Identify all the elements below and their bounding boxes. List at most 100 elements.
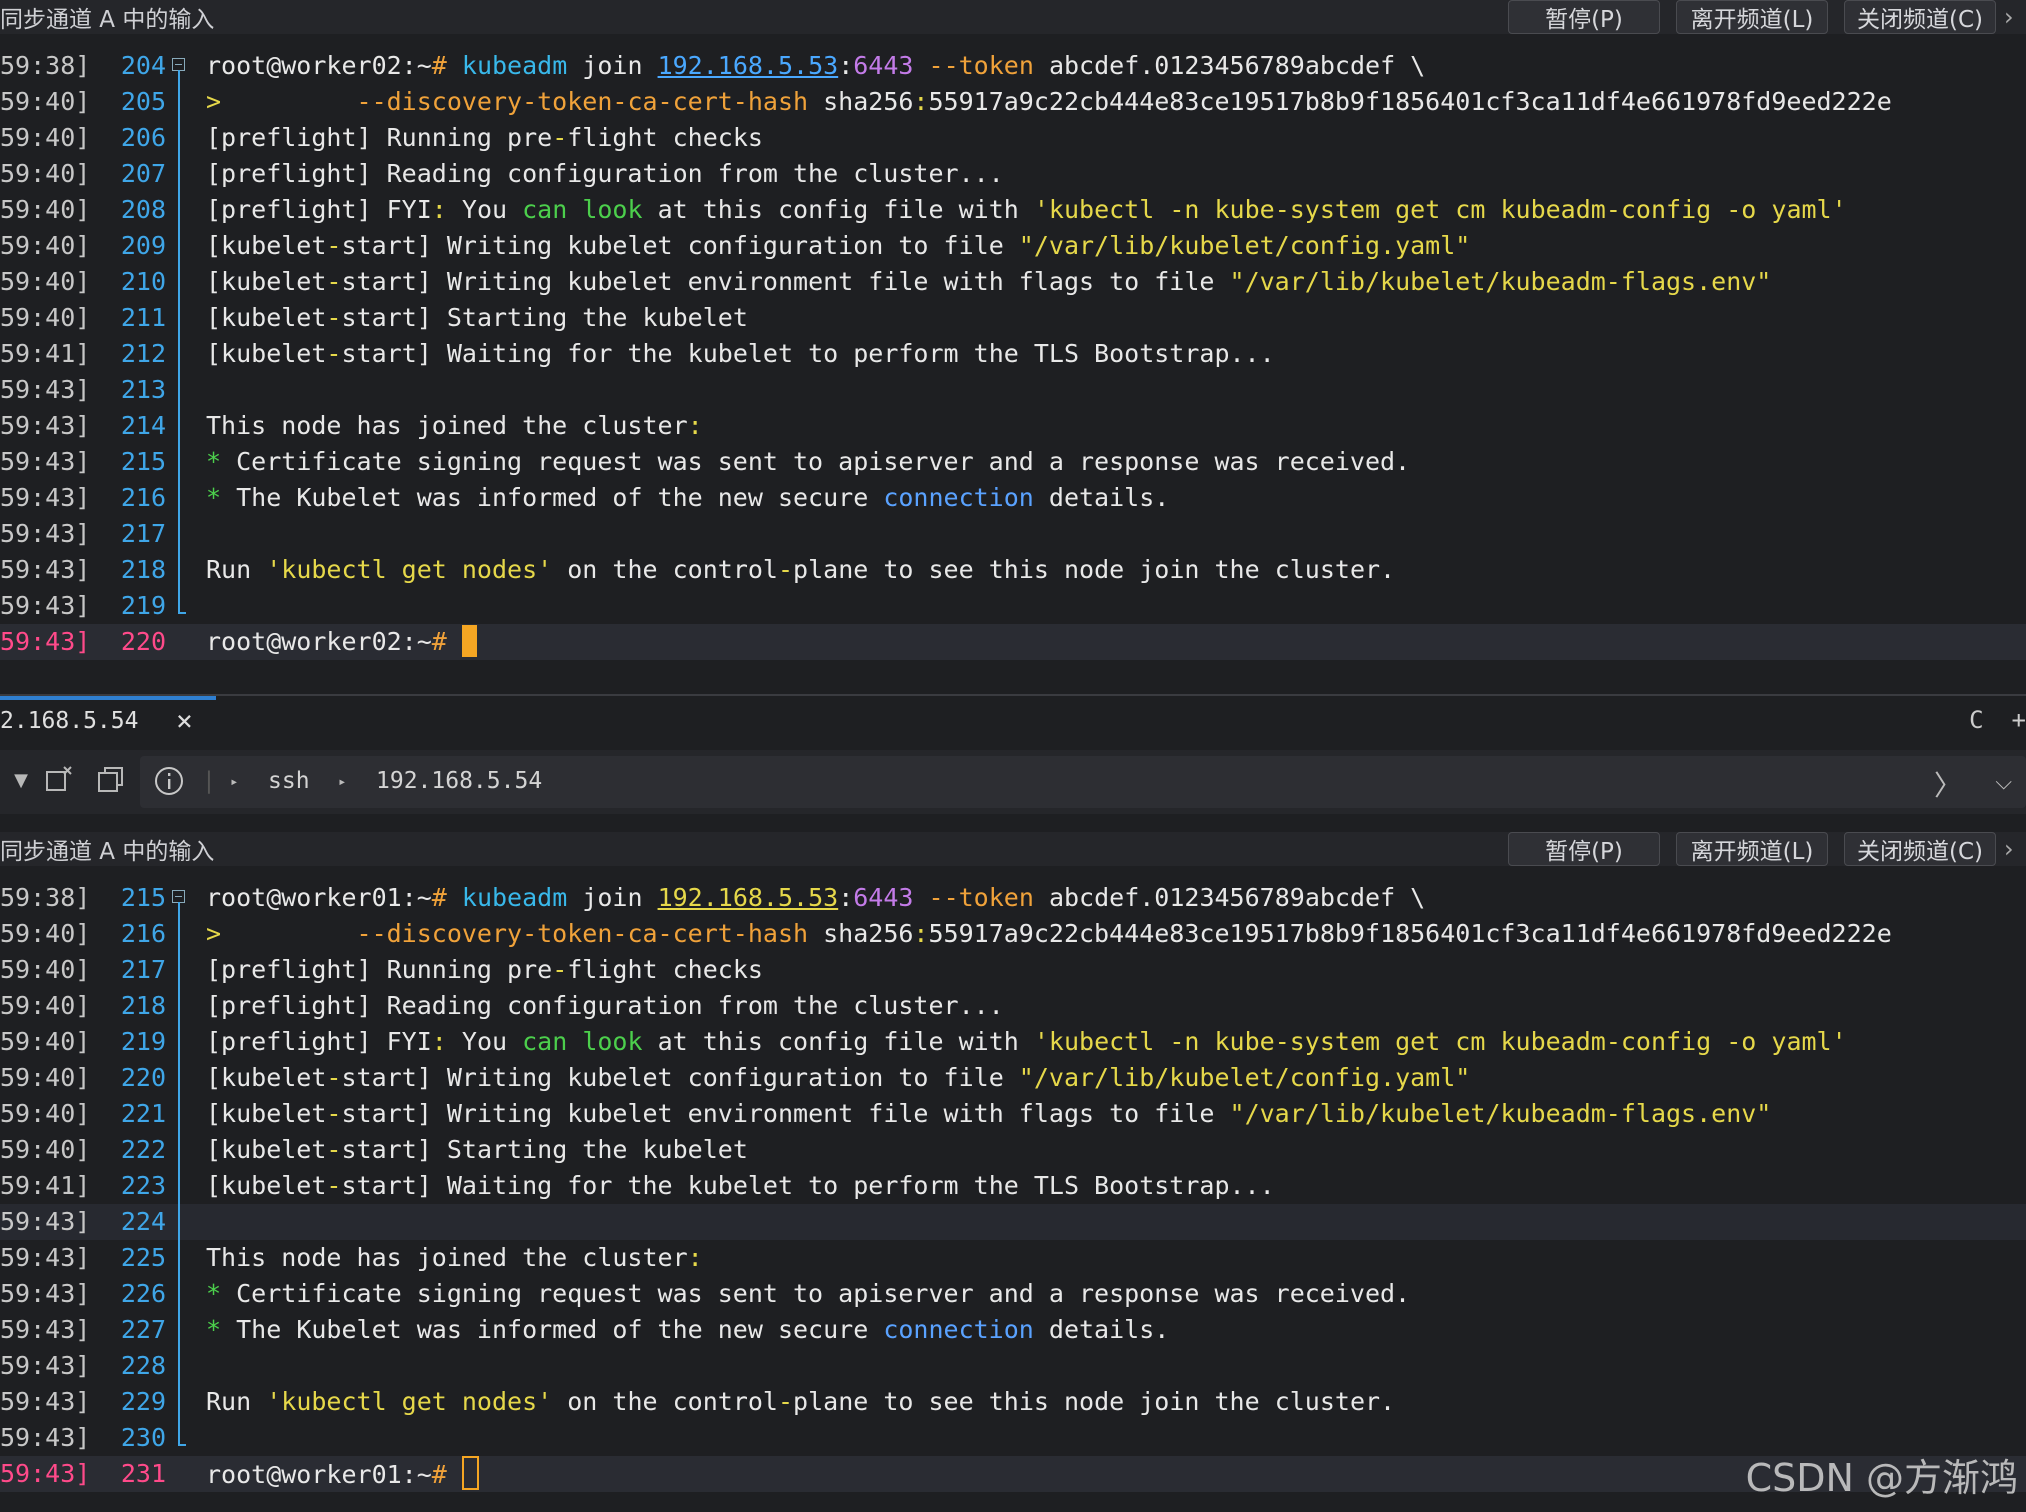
chevron-right-icon[interactable]: 〉 xyxy=(1934,764,1962,804)
text-segment: [preflight] Running pre xyxy=(206,123,553,152)
close-channel-button[interactable]: 关闭频道(C) xyxy=(1844,0,1996,34)
text-segment: flight checks xyxy=(567,955,763,984)
terminal-line: 59:43] 219 xyxy=(0,588,2026,624)
text-segment: [preflight] Running pre xyxy=(206,955,553,984)
fold-guide-end xyxy=(178,1444,186,1446)
sync-channel-title: 同步通道 A 中的输入 xyxy=(0,7,215,33)
line-number: 229 xyxy=(120,1387,166,1416)
terminal-line: 59:40] 210 [kubelet-start] Writing kubelet… xyxy=(0,264,2026,300)
tab-c-button[interactable]: C xyxy=(1969,706,1983,734)
line-number: 217 xyxy=(120,519,166,548)
line-number: 221 xyxy=(120,1099,166,1128)
text-segment: * xyxy=(206,483,237,512)
close-tab-icon[interactable]: × xyxy=(176,704,193,737)
line-timestamp: 59:43] xyxy=(0,483,91,512)
line-timestamp: 59:40] xyxy=(0,1099,91,1128)
close-channel-button[interactable]: 关闭频道(C) xyxy=(1844,832,1996,866)
terminal-line: 59:41] 223 [kubelet-start] Waiting for the… xyxy=(0,1168,2026,1204)
text-segment: --token xyxy=(913,883,1034,912)
text-segment: - xyxy=(326,267,342,296)
line-timestamp: 59:40] xyxy=(0,195,91,224)
terminal-line: 59:40] 206 [preflight] Running pre-flight … xyxy=(0,120,2026,156)
terminal-line: 59:40] 207 [preflight] Reading configurati… xyxy=(0,156,2026,192)
text-segment: root@worker01:~ xyxy=(206,883,432,912)
text-segment: [kubelet xyxy=(206,1063,327,1092)
line-text: [preflight] Running pre-flight checks xyxy=(206,952,763,988)
terminal-line: 59:43] 215 * Certificate signing request w… xyxy=(0,444,2026,480)
text-segment: : xyxy=(913,919,929,948)
line-number: 220 xyxy=(120,1063,166,1092)
leave-channel-button[interactable]: 离开频道(L) xyxy=(1676,832,1828,866)
tab-session-label[interactable]: 2.168.5.54 xyxy=(0,708,138,734)
leave-channel-button[interactable]: 离开频道(L) xyxy=(1676,0,1828,34)
pause-button[interactable]: 暂停(P) xyxy=(1508,0,1660,34)
line-timestamp: 59:43] xyxy=(0,519,91,548)
line-number: 217 xyxy=(120,955,166,984)
terminal-line: 59:43] 217 xyxy=(0,516,2026,552)
text-segment: # xyxy=(431,883,462,912)
text-segment[interactable]: 192.168.5.53 xyxy=(658,51,839,80)
text-segment: [preflight] Reading configuration from t… xyxy=(206,159,1004,188)
active-tab-indicator xyxy=(0,696,216,700)
text-segment: start] Writing kubelet configuration to … xyxy=(341,1063,1019,1092)
text-segment: start] Writing kubelet environment file … xyxy=(341,267,1230,296)
line-text: [preflight] Running pre-flight checks xyxy=(206,120,763,156)
terminal-line: 59:43] 227 * The Kubelet was informed of t… xyxy=(0,1312,2026,1348)
more-chevron-icon[interactable]: › xyxy=(2004,3,2026,31)
line-timestamp: 59:43] xyxy=(0,411,91,440)
text-segment: [preflight] Reading configuration from t… xyxy=(206,991,1004,1020)
text-segment: - xyxy=(326,1099,342,1128)
line-number: 228 xyxy=(120,1351,166,1380)
text-segment: 55917a9c22cb444e83ce19517b8b9f1856401cf3… xyxy=(928,87,1892,116)
terminal-line: 59:40] 221 [kubelet-start] Writing kubelet… xyxy=(0,1096,2026,1132)
line-number: 214 xyxy=(120,411,166,440)
text-segment: 6443 xyxy=(853,883,914,912)
line-timestamp: 59:41] xyxy=(0,339,91,368)
text-segment: start] Writing kubelet configuration to … xyxy=(341,231,1019,260)
text-segment: sha256 xyxy=(808,87,914,116)
dropdown-caret-icon[interactable]: ▼ xyxy=(4,764,38,798)
copy-window-icon[interactable] xyxy=(94,764,128,798)
line-timestamp: 59:40] xyxy=(0,123,91,152)
text-segment: "/var/lib/kubelet/kubeadm-flags.env" xyxy=(1229,267,1772,296)
text-segment: # xyxy=(431,1460,462,1489)
terminal-line: 59:40] 219 [preflight] FYI: You can look a… xyxy=(0,1024,2026,1060)
text-segment: connection xyxy=(883,483,1034,512)
breadcrumb-host[interactable]: 192.168.5.54 xyxy=(376,768,542,794)
address-bar[interactable]: | ▸ ssh ▸ 192.168.5.54 〉 ⌵ xyxy=(140,756,2026,808)
info-icon[interactable] xyxy=(152,765,186,799)
text-segment: > xyxy=(206,919,237,948)
text-segment: flight checks xyxy=(567,123,763,152)
breadcrumb-protocol[interactable]: ssh xyxy=(268,768,310,794)
text-segment: kubeadm xyxy=(461,51,568,80)
text-segment: details. xyxy=(1033,1315,1170,1344)
text-segment: [kubelet xyxy=(206,267,327,296)
text-segment: 6443 xyxy=(853,51,914,80)
text-segment[interactable]: 192.168.5.53 xyxy=(658,883,839,912)
channel-buttons: 暂停(P) 离开频道(L) 关闭频道(C) › xyxy=(1492,0,2026,34)
text-segment: [kubelet xyxy=(206,303,327,332)
text-segment: at this config file with xyxy=(642,195,1034,224)
text-segment: > xyxy=(206,87,237,116)
text-segment: : xyxy=(838,51,854,80)
csdn-watermark: CSDN @方渐鸿 xyxy=(1745,1456,2018,1500)
text-segment: - xyxy=(326,339,342,368)
line-number: 224 xyxy=(120,1207,166,1236)
pause-button[interactable]: 暂停(P) xyxy=(1508,832,1660,866)
sync-channel-title: 同步通道 A 中的输入 xyxy=(0,839,215,865)
terminal-line: 59:43] 231 root@worker01:~# xyxy=(0,1456,2026,1492)
text-segment: [kubelet xyxy=(206,1099,327,1128)
text-segment: "/var/lib/kubelet/config.yaml" xyxy=(1018,1063,1471,1092)
text-segment: # xyxy=(431,627,462,656)
detach-window-icon[interactable] xyxy=(42,764,76,798)
text-segment: 'kubectl get nodes' xyxy=(266,555,553,584)
text-segment: details. xyxy=(1033,483,1170,512)
breadcrumb-arrow-icon: ▸ xyxy=(230,774,239,790)
new-tab-icon[interactable]: + xyxy=(2012,706,2026,734)
line-text: * The Kubelet was informed of the new se… xyxy=(206,480,1169,516)
text-segment: : xyxy=(687,1243,703,1272)
chevron-down-icon[interactable]: ⌵ xyxy=(1995,770,2012,795)
line-text: Run 'kubectl get nodes' on the control-p… xyxy=(206,1384,1395,1420)
text-segment: - xyxy=(552,123,568,152)
more-chevron-icon[interactable]: › xyxy=(2004,835,2026,863)
